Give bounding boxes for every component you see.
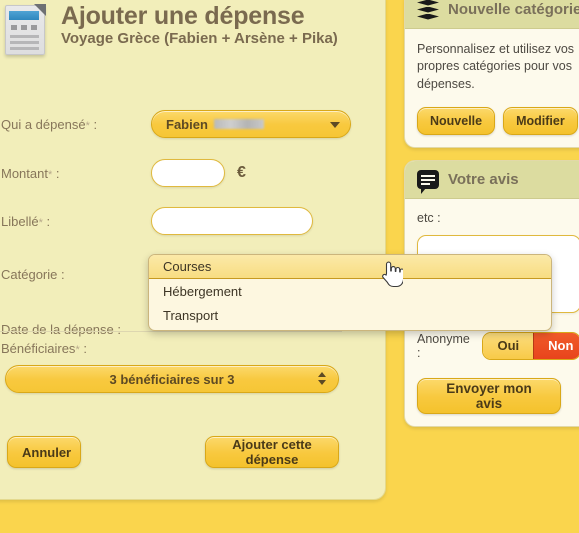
label-required-asterisk: * bbox=[38, 216, 43, 229]
feedback-hint: etc : bbox=[417, 210, 441, 225]
label-input[interactable] bbox=[151, 207, 313, 235]
speech-bubble-icon bbox=[417, 169, 439, 194]
new-category-card-body: Personnalisez et utilisez vos propres ca… bbox=[405, 29, 579, 147]
anonymous-toggle-yes[interactable]: Oui bbox=[483, 332, 534, 359]
label-label-colon: : bbox=[46, 213, 51, 229]
cancel-button[interactable]: Annuler bbox=[7, 436, 81, 468]
dropdown-option-transport[interactable]: Transport bbox=[149, 303, 551, 327]
section-divider bbox=[0, 331, 342, 332]
amount-input[interactable] bbox=[151, 159, 225, 187]
new-category-button[interactable]: Nouvelle bbox=[417, 106, 496, 135]
new-category-title: Nouvelle catégorie bbox=[448, 1, 579, 18]
edit-category-button[interactable]: Modifier bbox=[503, 106, 578, 135]
add-expense-button[interactable]: Ajouter cette dépense bbox=[205, 436, 339, 468]
send-feedback-button[interactable]: Envoyer mon avis bbox=[417, 377, 561, 414]
beneficiaries-label: Bénéficiaires* : bbox=[1, 341, 87, 356]
up-down-arrows-icon bbox=[318, 372, 326, 385]
beneficiaries-value: 3 bénéficiaires sur 3 bbox=[109, 371, 235, 387]
feedback-card-header: Votre avis bbox=[405, 160, 579, 199]
payer-label-text: Qui a dépensé bbox=[1, 116, 86, 132]
new-category-actions: Nouvelle Modifier bbox=[417, 106, 579, 135]
dropdown-option-courses[interactable]: Courses bbox=[149, 255, 551, 279]
amount-label-colon: : bbox=[55, 165, 60, 181]
beneficiaries-required-asterisk: * bbox=[75, 344, 80, 356]
panel-header: Ajouter une dépense Voyage Grèce (Fabien… bbox=[1, 1, 373, 59]
amount-label-text: Montant bbox=[1, 165, 48, 181]
layers-icon bbox=[417, 0, 439, 20]
category-label: Catégorie : bbox=[1, 266, 65, 282]
currency-symbol: € bbox=[237, 164, 246, 181]
label-label: Libellé* : bbox=[1, 214, 151, 229]
dropdown-option-hebergement[interactable]: Hébergement bbox=[149, 279, 551, 303]
form-row-amount: Montant* : € bbox=[1, 156, 373, 190]
feedback-title: Votre avis bbox=[448, 170, 519, 188]
amount-label: Montant* : bbox=[1, 166, 151, 181]
anonymous-label: Anonyme : bbox=[417, 331, 470, 360]
category-dropdown-list[interactable]: Courses Hébergement Transport bbox=[148, 254, 552, 331]
new-category-card-header: Nouvelle catégorie bbox=[405, 0, 579, 29]
anonymous-row: Anonyme : Oui Non bbox=[417, 331, 579, 360]
anonymous-toggle-no[interactable]: Non bbox=[533, 332, 579, 359]
page-subtitle: Voyage Grèce (Fabien + Arsène + Pika) bbox=[61, 30, 338, 48]
anonymous-toggle[interactable]: Oui Non bbox=[482, 331, 579, 360]
form-row-label: Libellé* : bbox=[1, 204, 373, 238]
right-sidebar: Nouvelle catégorie Personnalisez et util… bbox=[404, 0, 579, 439]
beneficiaries-label-text: Bénéficiaires bbox=[1, 341, 76, 356]
chevron-down-icon bbox=[330, 122, 340, 128]
payer-select[interactable]: Fabien bbox=[151, 110, 351, 138]
document-icon bbox=[1, 3, 49, 59]
redacted-payer-surname bbox=[213, 119, 264, 129]
label-label-text: Libellé bbox=[1, 213, 39, 229]
payer-selected-value: Fabien bbox=[166, 116, 208, 132]
beneficiaries-select[interactable]: 3 bénéficiaires sur 3 bbox=[5, 365, 339, 393]
page-title: Ajouter une dépense bbox=[61, 2, 305, 30]
payer-label: Qui a dépensé* : bbox=[1, 117, 151, 132]
payer-label-colon: : bbox=[93, 116, 98, 132]
beneficiaries-label-colon: : bbox=[83, 341, 87, 356]
payer-required-asterisk: * bbox=[85, 119, 90, 132]
new-category-description: Personnalisez et utilisez vos propres ca… bbox=[417, 42, 575, 91]
amount-required-asterisk: * bbox=[47, 168, 53, 181]
new-category-card: Nouvelle catégorie Personnalisez et util… bbox=[404, 0, 579, 148]
date-label: Date de la dépense : bbox=[1, 321, 121, 337]
add-expense-panel: Ajouter une dépense Voyage Grèce (Fabien… bbox=[0, 0, 386, 500]
form-row-payer: Qui a dépensé* : Fabien bbox=[1, 107, 373, 141]
